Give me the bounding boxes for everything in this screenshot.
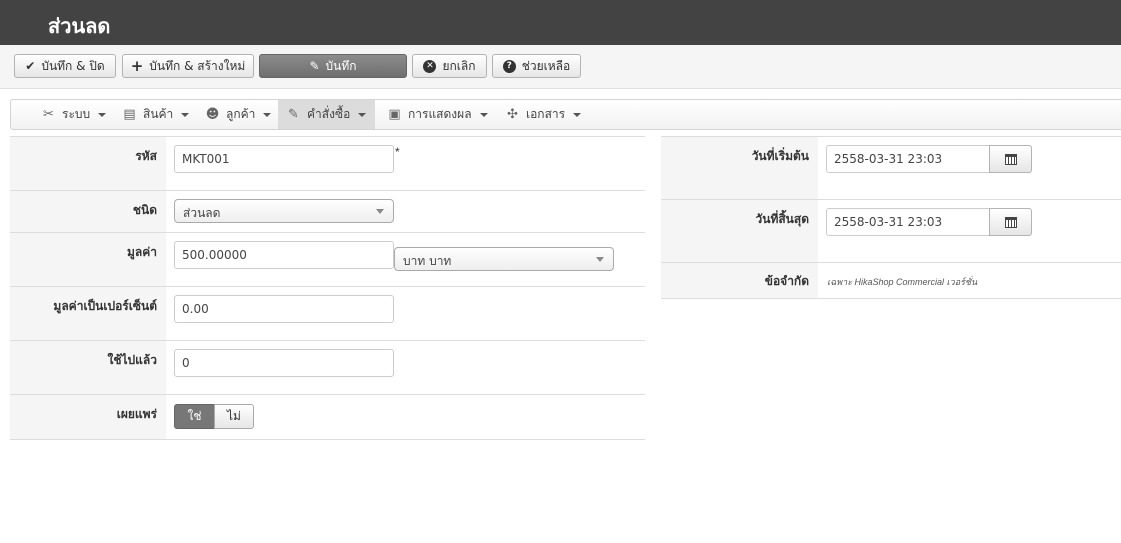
published-yes-button[interactable]: ใช่ bbox=[174, 404, 215, 429]
chevron-down-icon bbox=[573, 112, 582, 117]
calendar-icon bbox=[1004, 216, 1017, 228]
plus-icon: + bbox=[130, 57, 144, 75]
save-new-button[interactable]: + บันทึก & สร้างใหม่ bbox=[122, 54, 254, 78]
cancel-button[interactable]: ✕ ยกเลิก bbox=[412, 54, 487, 78]
menu-customers-label: ลูกค้า bbox=[226, 107, 256, 121]
percent-label: มูลค่าเป็นเปอร์เซ็นต์ bbox=[10, 287, 166, 340]
restrictions-label: ข้อจำกัด bbox=[661, 263, 818, 298]
page-header: ส่วนลด bbox=[0, 0, 1121, 45]
check-icon: ✔ bbox=[25, 59, 36, 73]
used-input[interactable]: 0 bbox=[174, 349, 394, 377]
cancel-icon: ✕ bbox=[423, 59, 437, 73]
currency-select[interactable]: บาท บาท bbox=[394, 247, 614, 271]
chevron-down-icon bbox=[263, 112, 272, 117]
chevron-down-icon bbox=[376, 209, 384, 214]
menu-orders[interactable]: ✎ คำสั่งซื้อ bbox=[278, 100, 375, 129]
chevron-down-icon bbox=[358, 112, 367, 117]
type-label: ชนิด bbox=[10, 191, 166, 232]
end-date-input[interactable]: 2558-03-31 23:03 bbox=[826, 208, 990, 236]
menu-system-label: ระบบ bbox=[62, 107, 91, 121]
help-icon: ? bbox=[502, 59, 516, 73]
help-button[interactable]: ? ช่วยเหลือ bbox=[492, 54, 581, 78]
menu-documents[interactable]: ✣ เอกสาร bbox=[497, 100, 589, 129]
save-button[interactable]: ✎ บันทึก bbox=[259, 54, 407, 78]
menu-products-label: สินค้า bbox=[143, 107, 174, 121]
save-close-label: บันทึก & ปิด bbox=[41, 58, 105, 73]
menu-products[interactable]: ▤ สินค้า bbox=[114, 100, 197, 129]
save-label: บันทึก bbox=[325, 58, 357, 73]
page-title: ส่วนลด bbox=[48, 14, 111, 38]
products-icon: ▤ bbox=[123, 107, 136, 122]
edit-icon: ✎ bbox=[309, 59, 320, 73]
chevron-down-icon bbox=[181, 112, 190, 117]
display-icon: ▣ bbox=[388, 107, 401, 122]
menu-bar: ✂ ระบบ ▤ สินค้า ☻ ลูกค้า ✎ คำสั่งซื้อ ▣ … bbox=[10, 99, 1121, 130]
menu-customers[interactable]: ☻ ลูกค้า bbox=[197, 100, 279, 129]
menu-orders-label: คำสั่งซื้อ bbox=[307, 107, 351, 121]
type-select[interactable]: ส่วนลด bbox=[174, 199, 394, 223]
tools-icon: ✂ bbox=[43, 107, 54, 122]
code-label: รหัส bbox=[10, 137, 166, 190]
cancel-label: ยกเลิก bbox=[442, 58, 476, 73]
required-mark: * bbox=[395, 145, 400, 159]
chevron-down-icon bbox=[596, 257, 604, 262]
menu-documents-label: เอกสาร bbox=[526, 107, 566, 121]
published-no-button[interactable]: ไม่ bbox=[214, 404, 254, 429]
documents-icon: ✣ bbox=[507, 107, 518, 122]
end-date-calendar-button[interactable] bbox=[989, 208, 1032, 236]
toolbar: ✔ บันทึก & ปิด + บันทึก & สร้างใหม่ ✎ บั… bbox=[0, 45, 1121, 89]
orders-icon: ✎ bbox=[288, 107, 299, 122]
percent-input[interactable]: 0.00 bbox=[174, 295, 394, 323]
chevron-down-icon bbox=[98, 112, 107, 117]
calendar-icon bbox=[1004, 153, 1017, 165]
type-select-value: ส่วนลด bbox=[183, 206, 221, 220]
start-date-label: วันที่เริ่มต้น bbox=[661, 137, 818, 199]
help-label: ช่วยเหลือ bbox=[521, 58, 571, 73]
end-date-label: วันที่สิ้นสุด bbox=[661, 200, 818, 262]
users-icon: ☻ bbox=[205, 107, 220, 122]
start-date-input[interactable]: 2558-03-31 23:03 bbox=[826, 145, 990, 173]
code-input[interactable]: MKT001 bbox=[174, 145, 394, 173]
save-new-label: บันทึก & สร้างใหม่ bbox=[149, 58, 246, 73]
chevron-down-icon bbox=[479, 112, 488, 117]
restrictions-note: เฉพาะ HikaShop Commercial เวอร์ชั่น bbox=[827, 277, 978, 287]
menu-display-label: การแสดงผล bbox=[408, 107, 472, 121]
save-close-button[interactable]: ✔ บันทึก & ปิด bbox=[14, 54, 116, 78]
value-label: มูลค่า bbox=[10, 233, 166, 286]
published-label: เผยแพร่ bbox=[10, 395, 166, 439]
value-input[interactable]: 500.00000 bbox=[174, 241, 394, 269]
start-date-calendar-button[interactable] bbox=[989, 145, 1032, 173]
menu-display[interactable]: ▣ การแสดงผล bbox=[379, 100, 496, 129]
currency-select-value: บาท บาท bbox=[403, 254, 452, 268]
used-label: ใช้ไปแล้ว bbox=[10, 341, 166, 394]
menu-system[interactable]: ✂ ระบบ bbox=[33, 100, 114, 129]
